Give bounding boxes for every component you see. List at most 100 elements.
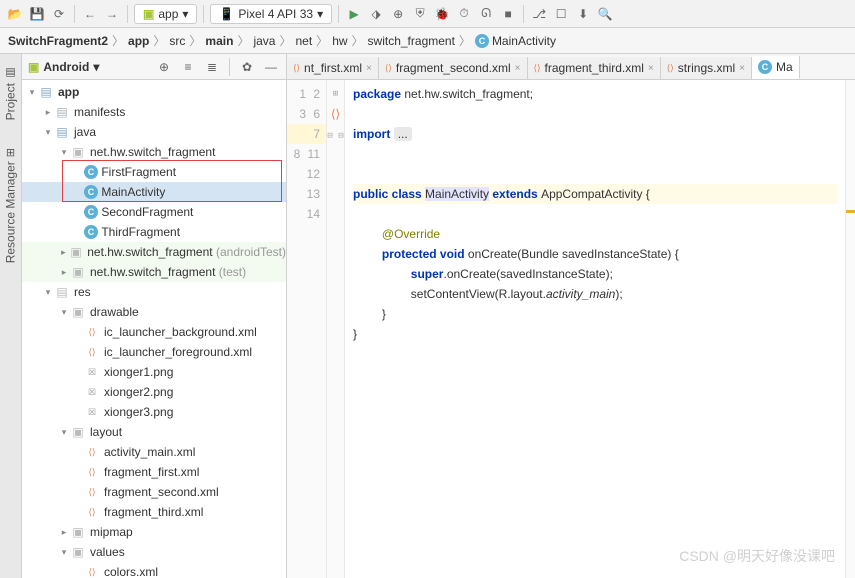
chevron-right-icon: 〉 (153, 32, 165, 49)
class-icon: C (475, 34, 489, 48)
warning-marker[interactable] (846, 210, 855, 213)
tool-window-bar: Project ▤ Resource Manager ⊞ (0, 54, 22, 578)
hide-icon[interactable]: — (262, 58, 280, 76)
tab-second[interactable]: ⟨⟩fragment_second.xml× (379, 57, 528, 79)
main-toolbar: 📂 💾 ⟳ ← → ▣ app ▾ 📱 Pixel 4 API 33 ▾ ▶ ⬗… (0, 0, 855, 28)
tree-pkg3[interactable]: ▸▣net.hw.switch_fragment (test) (22, 262, 286, 282)
separator (523, 5, 524, 23)
profile-icon[interactable]: ⊕ (389, 5, 407, 23)
fold-gutter[interactable]: ⊞ ⟨⟩ ⊟ ⊟ (327, 80, 345, 578)
bc-hw[interactable]: hw (332, 34, 347, 48)
tree-values[interactable]: ▾▣values (22, 542, 286, 562)
tree-pkg2[interactable]: ▸▣net.hw.switch_fragment (androidTest) (22, 242, 286, 262)
coverage-icon[interactable]: ⛨ (411, 5, 429, 23)
separator (338, 5, 339, 23)
undo-icon[interactable]: ← (81, 5, 99, 23)
bc-src[interactable]: src (169, 34, 185, 48)
chevron-right-icon: 〉 (279, 32, 291, 49)
resource-manager-tab[interactable]: Resource Manager ⊞ (0, 144, 21, 267)
bc-current[interactable]: C MainActivity (475, 34, 556, 48)
device-selector[interactable]: 📱 Pixel 4 API 33 ▾ (210, 4, 332, 24)
expand-icon[interactable]: ≡ (179, 58, 197, 76)
bc-java[interactable]: java (253, 34, 275, 48)
tree-second-fragment[interactable]: C SecondFragment (22, 202, 286, 222)
class-icon: C (758, 60, 772, 74)
chevron-down-icon: ▾ (182, 7, 188, 21)
bc-root[interactable]: SwitchFragment2 (8, 34, 108, 48)
profiler-icon[interactable]: ⏱ (455, 5, 473, 23)
tab-strings[interactable]: ⟨⟩strings.xml× (661, 57, 752, 79)
chevron-down-icon: ▾ (317, 7, 323, 21)
project-tree[interactable]: ▾▤app ▸▤manifests ▾▤java ▾▣net.hw.switch… (22, 80, 286, 578)
tree-values-file[interactable]: ⟨⟩colors.xml (22, 562, 286, 578)
run-icon[interactable]: ▶ (345, 5, 363, 23)
tree-first-fragment[interactable]: C FirstFragment (22, 162, 286, 182)
android-icon: ▣ (28, 60, 39, 74)
line-gutter[interactable]: 1 2 3 6 7 8 11 12 13 14 (287, 80, 327, 578)
settings-icon[interactable]: ✿ (238, 58, 256, 76)
bc-pkg[interactable]: switch_fragment (368, 34, 455, 48)
tree-main-activity[interactable]: C MainActivity (22, 182, 286, 202)
tab-third[interactable]: ⟨⟩fragment_third.xml× (528, 57, 661, 79)
tree-layout[interactable]: ▾▣layout (22, 422, 286, 442)
tree-layout-file[interactable]: ⟨⟩fragment_second.xml (22, 482, 286, 502)
select-opened-icon[interactable]: ⊕ (155, 58, 173, 76)
tree-mipmap[interactable]: ▸▣mipmap (22, 522, 286, 542)
tree-draw-file[interactable]: ⟨⟩ic_launcher_background.xml (22, 322, 286, 342)
git-icon[interactable]: ⎇ (530, 5, 548, 23)
panel-mode[interactable]: ▣ Android ▾ (28, 60, 99, 74)
class-icon: C (84, 165, 98, 179)
tree-res[interactable]: ▾▤res (22, 282, 286, 302)
close-icon[interactable]: × (515, 63, 521, 74)
tab-main-activity[interactable]: CMa (752, 56, 800, 79)
separator (127, 5, 128, 23)
bc-current-label: MainActivity (492, 34, 556, 48)
separator (74, 5, 75, 23)
save-icon[interactable]: 💾 (28, 5, 46, 23)
app-inspect-icon[interactable]: ᘏ (477, 5, 495, 23)
tree-draw-file[interactable]: ⟨⟩ic_launcher_foreground.xml (22, 342, 286, 362)
search-icon[interactable]: 🔍 (596, 5, 614, 23)
code-editor[interactable]: package net.hw.switch_fragment; import .… (345, 80, 845, 578)
tree-manifests[interactable]: ▸▤manifests (22, 102, 286, 122)
breadcrumb: SwitchFragment2 〉 app 〉 src 〉 main 〉 jav… (0, 28, 855, 54)
tree-layout-file[interactable]: ⟨⟩activity_main.xml (22, 442, 286, 462)
class-icon: C (84, 205, 98, 219)
project-tab[interactable]: Project ▤ (0, 62, 21, 124)
chevron-right-icon: 〉 (189, 32, 201, 49)
separator (203, 5, 204, 23)
close-icon[interactable]: × (648, 63, 654, 74)
close-icon[interactable]: × (366, 63, 372, 74)
bc-app[interactable]: app (128, 34, 149, 48)
module-name: app (158, 7, 178, 21)
debug-icon[interactable]: ⬗ (367, 5, 385, 23)
tree-draw-file[interactable]: ☒xionger2.png (22, 382, 286, 402)
collapse-icon[interactable]: ≣ (203, 58, 221, 76)
error-stripe[interactable] (845, 80, 855, 578)
panel-title-label: Android (43, 60, 89, 74)
close-icon[interactable]: × (739, 63, 745, 74)
tree-third-fragment[interactable]: C ThirdFragment (22, 222, 286, 242)
class-icon: C (84, 225, 98, 239)
redo-icon[interactable]: → (103, 5, 121, 23)
sync-icon[interactable]: ⟳ (50, 5, 68, 23)
bc-main[interactable]: main (205, 34, 233, 48)
chevron-right-icon: 〉 (112, 32, 124, 49)
open-icon[interactable]: 📂 (6, 5, 24, 23)
tree-drawable[interactable]: ▾▣drawable (22, 302, 286, 322)
tree-pkg1[interactable]: ▾▣net.hw.switch_fragment (22, 142, 286, 162)
tree-java[interactable]: ▾▤java (22, 122, 286, 142)
tree-layout-file[interactable]: ⟨⟩fragment_third.xml (22, 502, 286, 522)
tree-draw-file[interactable]: ☒xionger3.png (22, 402, 286, 422)
chevron-right-icon: 〉 (237, 32, 249, 49)
bc-net[interactable]: net (295, 34, 312, 48)
tree-app[interactable]: ▾▤app (22, 82, 286, 102)
avd-icon[interactable]: ☐ (552, 5, 570, 23)
stop-icon[interactable]: ■ (499, 5, 517, 23)
attach-debug-icon[interactable]: 🐞 (433, 5, 451, 23)
tree-layout-file[interactable]: ⟨⟩fragment_first.xml (22, 462, 286, 482)
tab-first[interactable]: ⟨⟩nt_first.xml× (287, 57, 379, 79)
sdk-icon[interactable]: ⬇ (574, 5, 592, 23)
module-selector[interactable]: ▣ app ▾ (134, 4, 197, 24)
tree-draw-file[interactable]: ☒xionger1.png (22, 362, 286, 382)
